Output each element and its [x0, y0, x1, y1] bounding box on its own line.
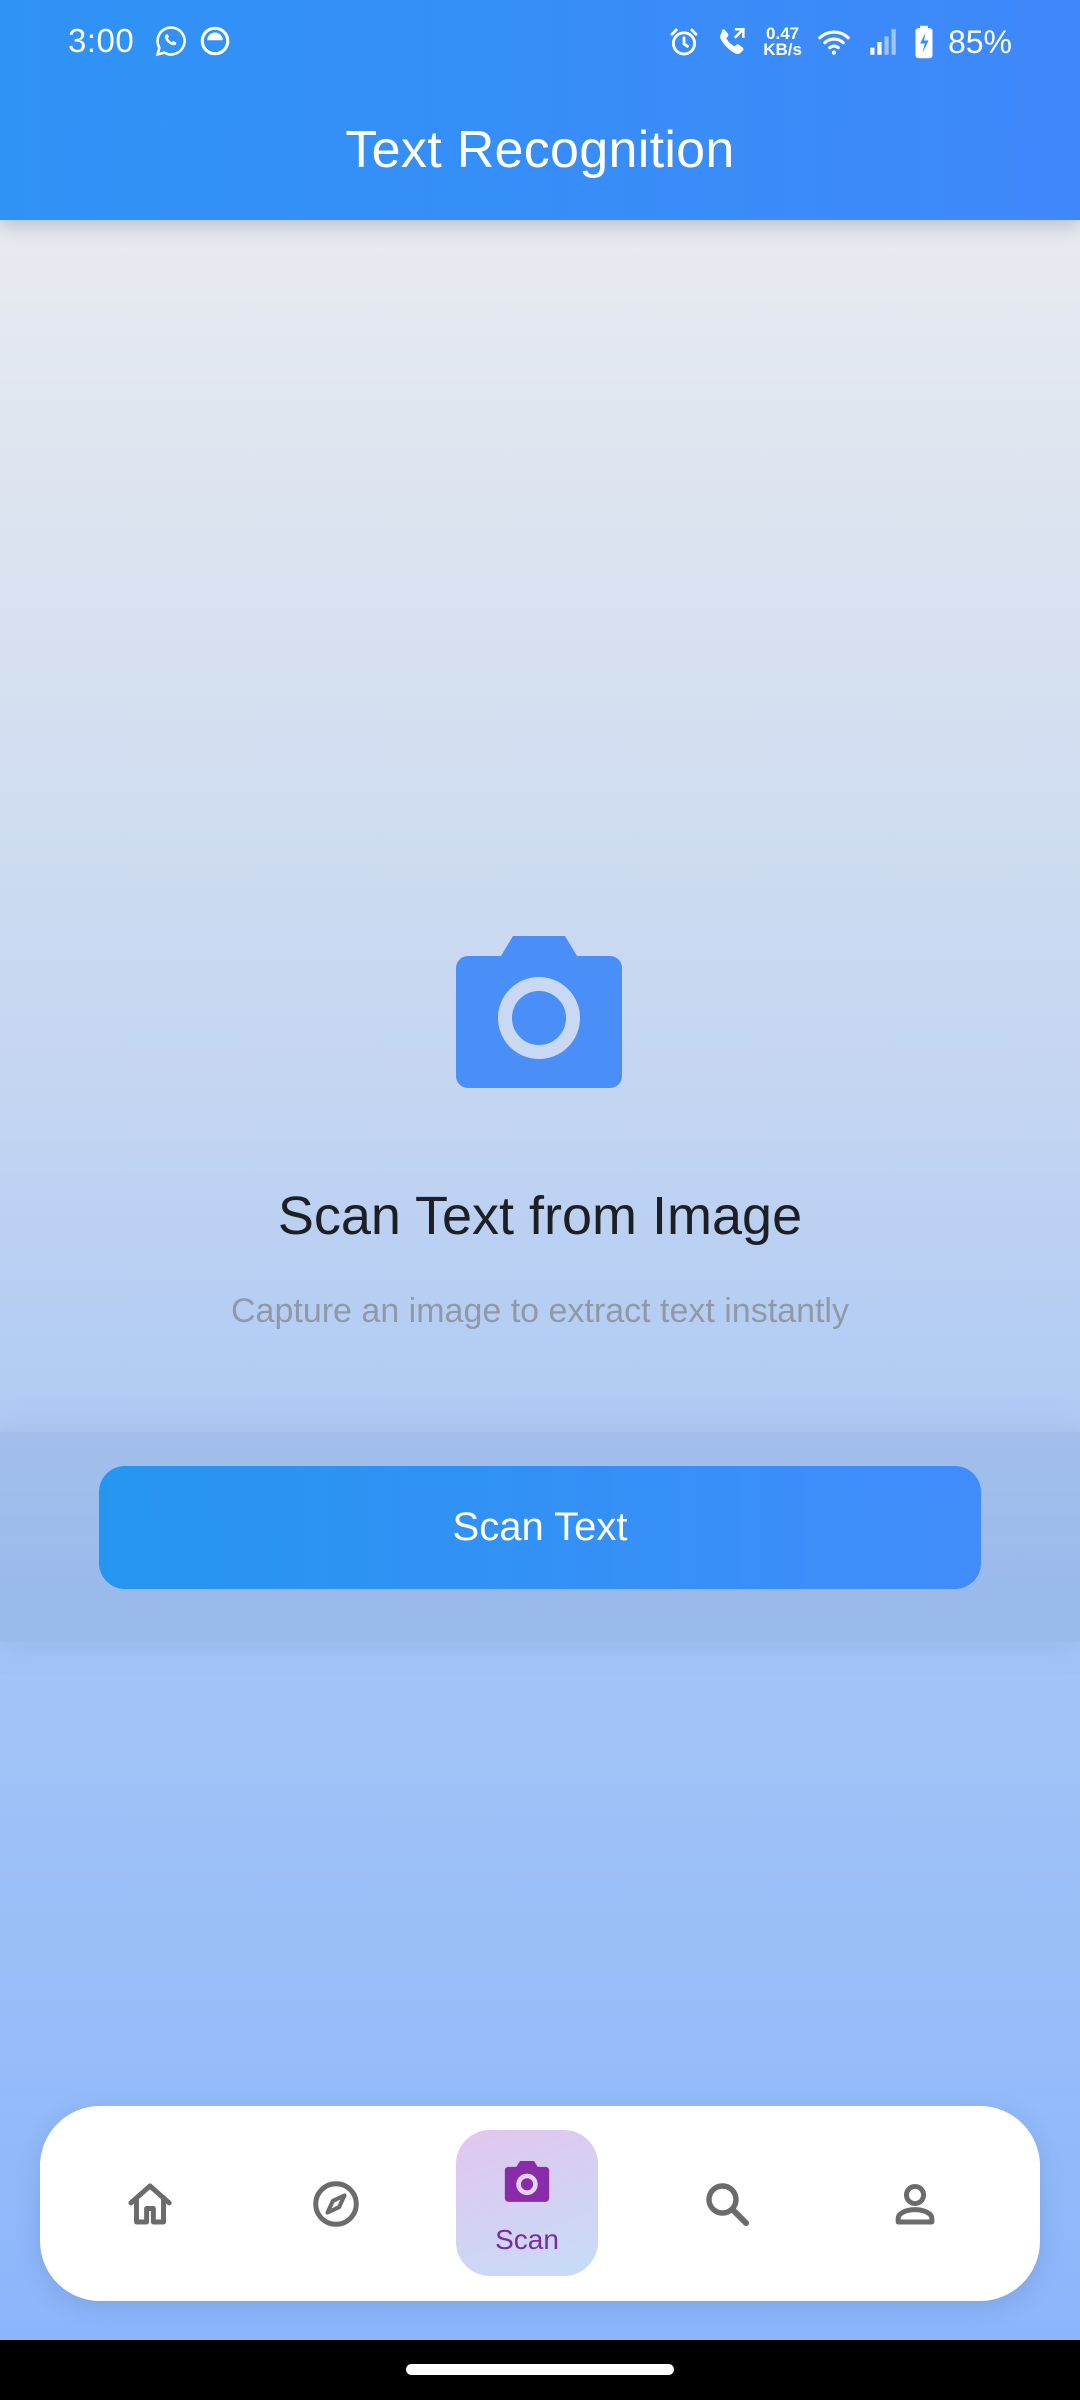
whatsapp-icon: [155, 26, 186, 57]
wifi-icon: [818, 30, 850, 55]
battery-percent: 85%: [947, 23, 1012, 60]
app-notification-icon: [200, 26, 230, 56]
nav-item-scan[interactable]: Scan: [456, 2130, 598, 2276]
call-icon: [720, 27, 745, 55]
signal-icon: [870, 29, 896, 55]
scan-text-button[interactable]: Scan Text: [99, 1466, 981, 1589]
nav-item-scan-label: Scan: [495, 2224, 559, 2255]
nav-item-explore[interactable]: [286, 2106, 386, 2301]
home-icon: [128, 2183, 172, 2224]
page-title: Text Recognition: [345, 121, 735, 179]
nav-item-home[interactable]: [100, 2106, 200, 2301]
main-content: Scan Text from Image Capture an image to…: [0, 220, 1080, 2340]
camera-icon: [456, 936, 622, 1088]
nav-item-profile[interactable]: [865, 2106, 965, 2301]
hero-title: Scan Text from Image: [277, 1186, 803, 1246]
home-gesture-handle[interactable]: [406, 2364, 674, 2375]
search-icon: [706, 2182, 750, 2226]
alarm-icon: [670, 28, 698, 56]
person-icon: [895, 2183, 935, 2224]
bottom-navigation: Scan: [40, 2106, 1040, 2301]
compass-icon: [313, 2180, 359, 2227]
app-bar: 3:00 0.47 KB/s 85% Text Recognition: [0, 0, 1080, 220]
network-speed-unit: KB/s: [763, 40, 802, 59]
camera-icon: [504, 2161, 550, 2202]
network-speed: 0.47 KB/s: [763, 25, 802, 59]
battery-charging-icon: [915, 25, 933, 59]
system-navigation-bar: [0, 2340, 1080, 2400]
status-bar: 3:00 0.47 KB/s 85%: [0, 0, 1080, 84]
nav-item-search[interactable]: [677, 2106, 777, 2301]
status-time: 3:00: [68, 22, 135, 59]
hero-subtitle: Capture an image to extract text instant…: [231, 1292, 849, 1330]
